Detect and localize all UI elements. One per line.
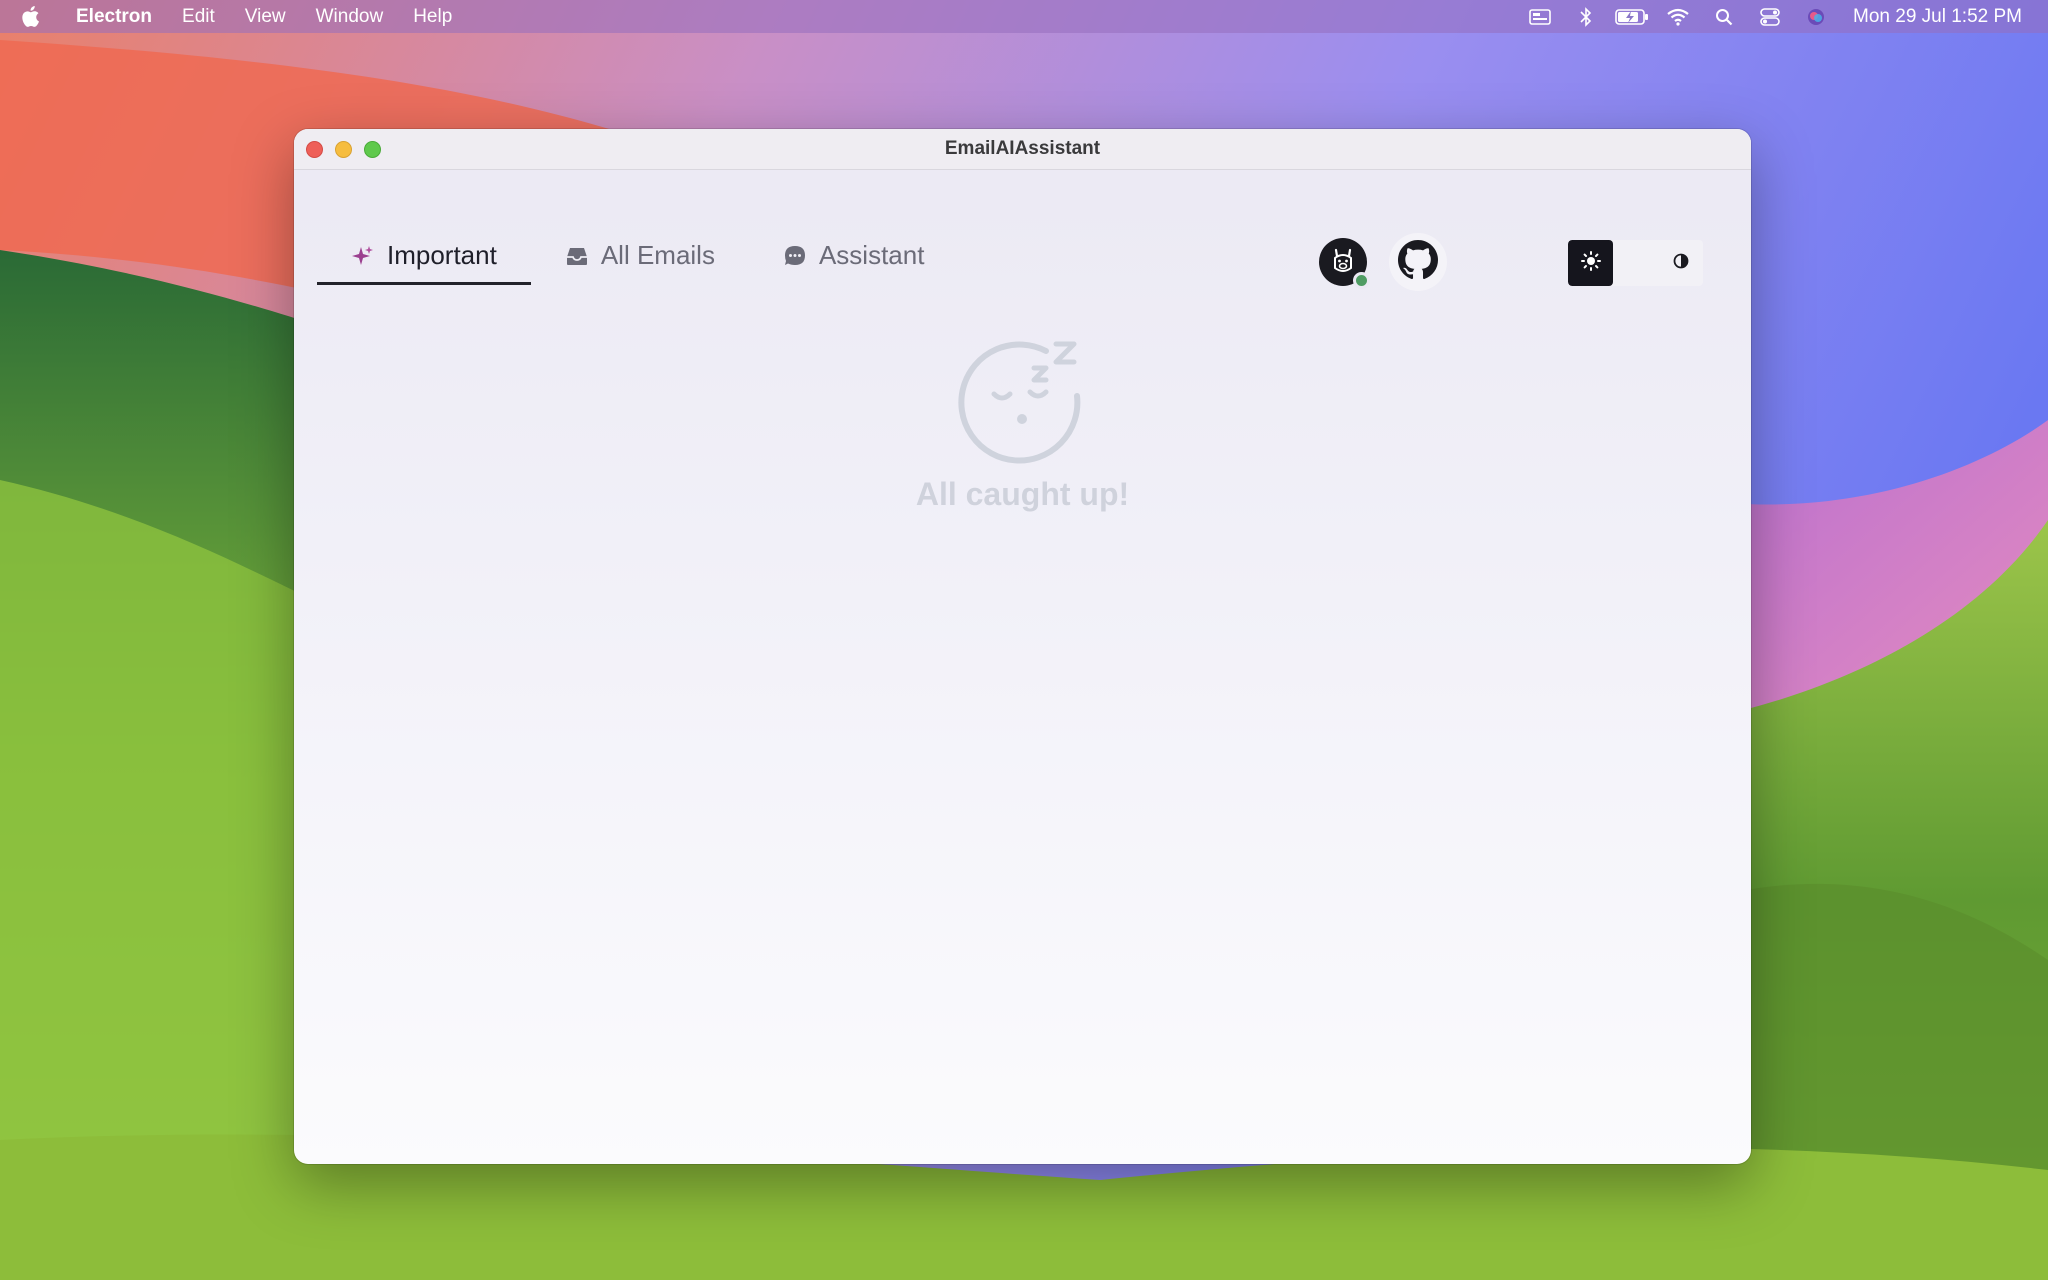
tab-all-emails-label: All Emails: [600, 240, 715, 270]
battery-charging-icon[interactable]: [1609, 0, 1655, 33]
menu-edit[interactable]: Edit: [167, 6, 230, 28]
tab-all-emails[interactable]: All Emails: [531, 229, 749, 285]
window-controls: [306, 141, 381, 158]
sun-icon: [1580, 250, 1601, 276]
empty-state-message: All caught up!: [915, 476, 1130, 512]
tab-assistant-label: Assistant: [818, 240, 925, 270]
contrast-icon: [1673, 253, 1689, 274]
status-area: Mon 29 Jul 1:52 PM: [1517, 0, 2048, 33]
menu-app-name[interactable]: Electron: [58, 6, 167, 28]
chat-bubble-icon: [783, 244, 807, 268]
tab-important[interactable]: Important: [317, 229, 531, 285]
menu-bar: Electron Edit View Window Help Mon 29 Ju…: [0, 0, 2048, 33]
apple-logo-icon[interactable]: [20, 5, 58, 28]
avatar[interactable]: [1319, 238, 1370, 289]
sparkles-icon: [351, 244, 375, 268]
github-link-button[interactable]: [1389, 233, 1447, 291]
moon-icon: [1628, 253, 1644, 274]
theme-dark-button[interactable]: [1613, 240, 1658, 286]
theme-system-button[interactable]: [1658, 240, 1703, 286]
wifi-icon[interactable]: [1655, 0, 1701, 33]
inbox-icon: [565, 244, 589, 268]
spotlight-search-icon[interactable]: [1701, 0, 1747, 33]
tab-assistant[interactable]: Assistant: [749, 229, 959, 285]
minimize-window-button[interactable]: [335, 141, 352, 158]
tab-list: Important All Emails Assistant: [317, 229, 958, 285]
zoom-window-button[interactable]: [364, 141, 381, 158]
tab-important-label: Important: [387, 240, 497, 270]
window-titlebar[interactable]: EmailAIAssistant: [294, 129, 1751, 170]
app-window: EmailAIAssistant Important All Emails As…: [294, 129, 1751, 1164]
online-status-indicator: [1353, 272, 1370, 289]
menu-clock[interactable]: Mon 29 Jul 1:52 PM: [1853, 6, 2022, 28]
control-center-icon[interactable]: [1747, 0, 1793, 33]
theme-toggle: [1568, 240, 1703, 286]
keyboard-input-icon[interactable]: [1517, 0, 1563, 33]
close-window-button[interactable]: [306, 141, 323, 158]
menu-view[interactable]: View: [230, 6, 301, 28]
sleeping-face-icon: [957, 341, 1080, 464]
siri-icon[interactable]: [1793, 0, 1839, 33]
theme-light-button[interactable]: [1568, 240, 1613, 286]
empty-state: All caught up!: [294, 334, 1751, 513]
tab-bar: Important All Emails Assistant: [294, 170, 1751, 300]
menu-window[interactable]: Window: [301, 6, 399, 28]
menu-help[interactable]: Help: [398, 6, 467, 28]
bluetooth-icon[interactable]: [1563, 0, 1609, 33]
github-icon: [1398, 239, 1438, 285]
window-title: EmailAIAssistant: [944, 138, 1101, 159]
